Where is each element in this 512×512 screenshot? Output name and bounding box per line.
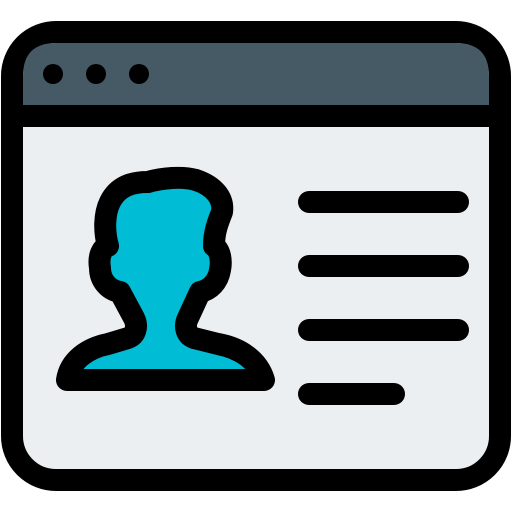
window-dot-2 xyxy=(86,64,106,84)
window-dot-1 xyxy=(43,64,63,84)
user-profile-browser-window-icon xyxy=(1,21,511,491)
window-dot-3 xyxy=(129,64,149,84)
window-controls xyxy=(43,64,149,84)
